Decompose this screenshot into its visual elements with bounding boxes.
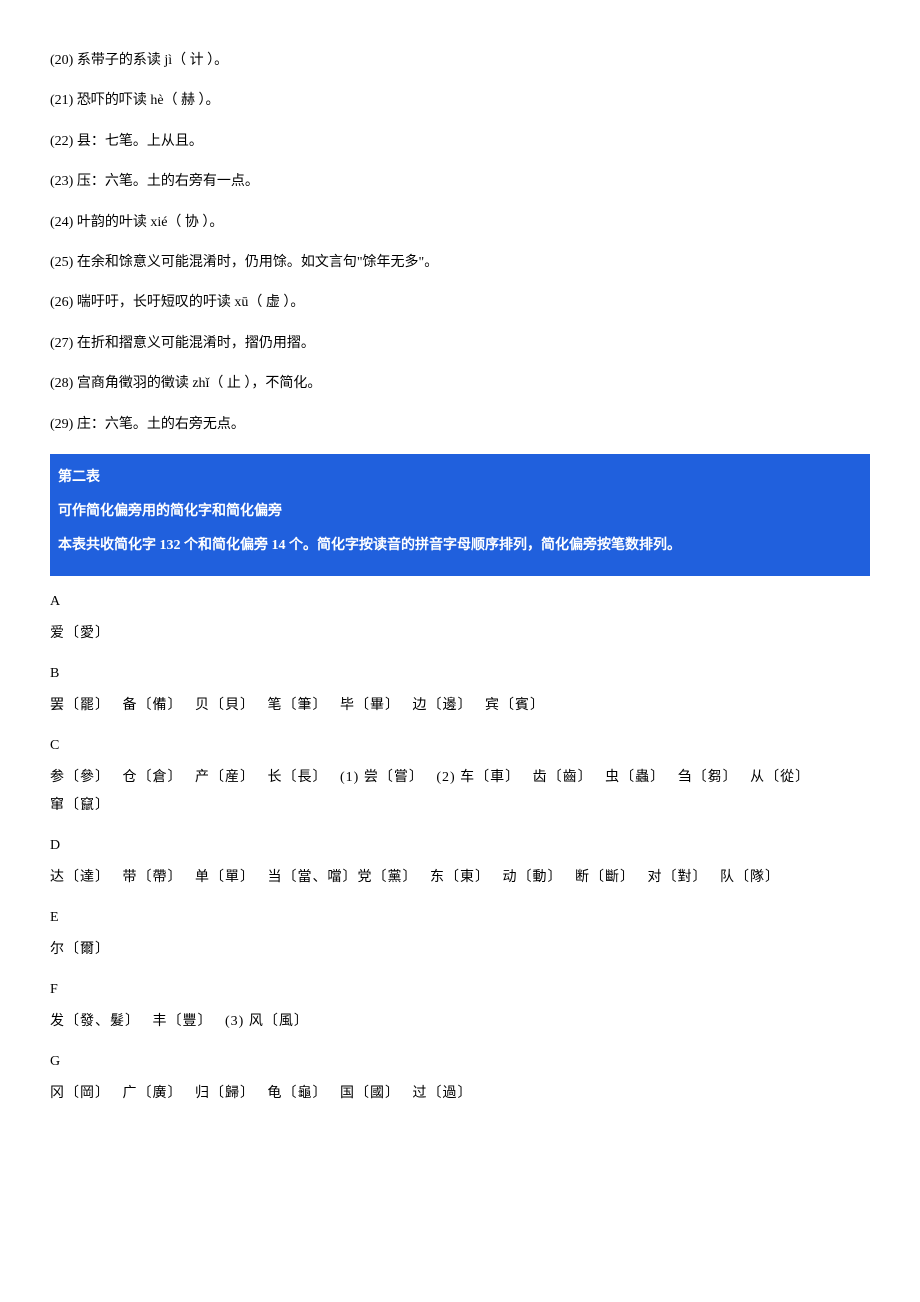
entry: 广〔廣〕 <box>123 1086 183 1101</box>
entries-G: 冈〔岡〕 广〔廣〕 归〔歸〕 龟〔龜〕 国〔國〕 过〔過〕 <box>50 1080 870 1108</box>
entries-B: 罢〔罷〕 备〔備〕 贝〔貝〕 笔〔筆〕 毕〔畢〕 边〔邊〕 宾〔賓〕 <box>50 692 870 720</box>
section-2-subtitle: 可作简化偏旁用的简化字和简化偏旁 <box>58 498 862 526</box>
group-letter-F: F <box>50 982 870 998</box>
group-D: D 达〔達〕 带〔帶〕 单〔單〕 当〔當、噹〕党〔黨〕 东〔東〕 动〔動〕 断〔… <box>50 838 870 892</box>
note-28: (28) 宫商角徵羽的徵读 zhǐ（ 止 ），不简化。 <box>50 373 870 395</box>
entry: 发〔發、髮〕 <box>50 1014 140 1029</box>
group-letter-G: G <box>50 1054 870 1070</box>
entry: 达〔達〕 <box>50 870 110 885</box>
group-letter-E: E <box>50 910 870 926</box>
entry: 龟〔龜〕 <box>268 1086 328 1101</box>
entries-E: 尔〔爾〕 <box>50 936 870 964</box>
group-letter-B: B <box>50 666 870 682</box>
entry: 产〔産〕 <box>195 770 255 785</box>
entry: 归〔歸〕 <box>195 1086 255 1101</box>
entries-D: 达〔達〕 带〔帶〕 单〔單〕 当〔當、噹〕党〔黨〕 东〔東〕 动〔動〕 断〔斷〕… <box>50 864 870 892</box>
note-21: (21) 恐吓的吓读 hè（ 赫 ）。 <box>50 90 870 112</box>
entry: 断〔斷〕 <box>575 870 635 885</box>
group-letter-D: D <box>50 838 870 854</box>
entry: (1) 尝〔嘗〕 <box>340 770 424 785</box>
entry: (3) 风〔風〕 <box>225 1014 309 1029</box>
note-22: (22) 县：七笔。上从且。 <box>50 131 870 153</box>
entry: 刍〔芻〕 <box>678 770 738 785</box>
group-A: A 爱〔愛〕 <box>50 594 870 648</box>
entry: 冈〔岡〕 <box>50 1086 110 1101</box>
entry: 虫〔蟲〕 <box>605 770 665 785</box>
entries-A: 爱〔愛〕 <box>50 620 870 648</box>
note-25: (25) 在余和馀意义可能混淆时，仍用馀。如文言句"馀年无多"。 <box>50 252 870 274</box>
entry: 边〔邊〕 <box>413 698 473 713</box>
group-B: B 罢〔罷〕 备〔備〕 贝〔貝〕 笔〔筆〕 毕〔畢〕 边〔邊〕 宾〔賓〕 <box>50 666 870 720</box>
section-2-title: 第二表 <box>58 464 862 492</box>
entry: 长〔長〕 <box>268 770 328 785</box>
entry: (2) 车〔車〕 <box>436 770 520 785</box>
group-C: C 参〔參〕 仓〔倉〕 产〔産〕 长〔長〕 (1) 尝〔嘗〕 (2) 车〔車〕 … <box>50 738 870 820</box>
note-26: (26) 喘吁吁，长吁短叹的吁读 xū（ 虚 ）。 <box>50 292 870 314</box>
entry: 备〔備〕 <box>123 698 183 713</box>
entry: 当〔當、噹〕党〔黨〕 <box>268 870 418 885</box>
entry: 毕〔畢〕 <box>340 698 400 713</box>
entry: 过〔過〕 <box>413 1086 473 1101</box>
entry: 队〔隊〕 <box>720 870 780 885</box>
group-letter-A: A <box>50 594 870 610</box>
entry: 东〔東〕 <box>430 870 490 885</box>
section-2-desc: 本表共收简化字 132 个和简化偏旁 14 个。简化字按读音的拼音字母顺序排列，… <box>58 532 862 560</box>
entry: 笔〔筆〕 <box>268 698 328 713</box>
entry: 国〔國〕 <box>340 1086 400 1101</box>
note-20: (20) 系带子的系读 jì（ 计 ）。 <box>50 50 870 72</box>
entry: 对〔對〕 <box>648 870 708 885</box>
note-29: (29) 庄：六笔。土的右旁无点。 <box>50 414 870 436</box>
entry: 丰〔豐〕 <box>153 1014 213 1029</box>
entries-C: 参〔參〕 仓〔倉〕 产〔産〕 长〔長〕 (1) 尝〔嘗〕 (2) 车〔車〕 齿〔… <box>50 764 870 820</box>
group-E: E 尔〔爾〕 <box>50 910 870 964</box>
group-F: F 发〔發、髮〕 丰〔豐〕 (3) 风〔風〕 <box>50 982 870 1036</box>
note-27: (27) 在折和摺意义可能混淆时，摺仍用摺。 <box>50 333 870 355</box>
entry: 尔〔爾〕 <box>50 942 110 957</box>
group-G: G 冈〔岡〕 广〔廣〕 归〔歸〕 龟〔龜〕 国〔國〕 过〔過〕 <box>50 1054 870 1108</box>
entries-F: 发〔發、髮〕 丰〔豐〕 (3) 风〔風〕 <box>50 1008 870 1036</box>
note-23: (23) 压：六笔。土的右旁有一点。 <box>50 171 870 193</box>
entry: 参〔參〕 <box>50 770 110 785</box>
entry: 齿〔齒〕 <box>533 770 593 785</box>
section-2-header: 第二表 可作简化偏旁用的简化字和简化偏旁 本表共收简化字 132 个和简化偏旁 … <box>50 454 870 576</box>
entry: 仓〔倉〕 <box>123 770 183 785</box>
entry: 罢〔罷〕 <box>50 698 110 713</box>
entry: 爱〔愛〕 <box>50 626 110 641</box>
entry: 单〔單〕 <box>195 870 255 885</box>
entry: 带〔帶〕 <box>123 870 183 885</box>
entry: 宾〔賓〕 <box>485 698 545 713</box>
note-24: (24) 叶韵的叶读 xié（ 协 ）。 <box>50 212 870 234</box>
group-letter-C: C <box>50 738 870 754</box>
entry: 窜〔竄〕 <box>50 798 110 813</box>
entry: 动〔動〕 <box>503 870 563 885</box>
entry: 贝〔貝〕 <box>195 698 255 713</box>
entry: 从〔從〕 <box>750 770 810 785</box>
